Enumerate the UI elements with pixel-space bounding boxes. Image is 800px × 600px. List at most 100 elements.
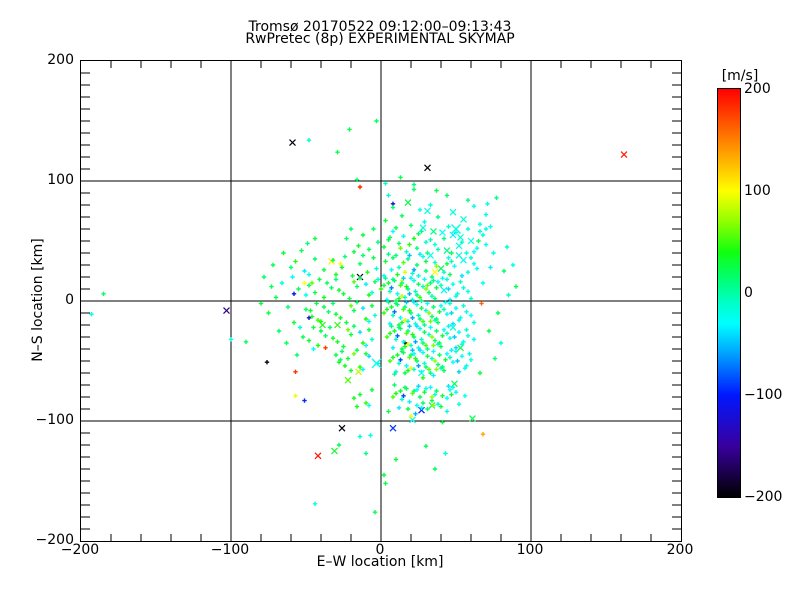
scatter-point — [402, 270, 408, 275]
scatter-point — [432, 296, 438, 301]
scatter-point — [311, 346, 316, 352]
scatter-point — [393, 253, 399, 258]
scatter-point — [417, 326, 423, 331]
scatter-point — [387, 358, 393, 364]
scatter-point — [422, 330, 427, 335]
scatter-point — [393, 391, 399, 396]
scatter-point — [456, 330, 462, 335]
scatter-point — [354, 348, 360, 353]
scatter-point — [429, 356, 435, 361]
scatter-point — [444, 351, 450, 356]
scatter-point — [333, 352, 339, 358]
scatter-point — [293, 259, 298, 264]
scatter-point — [296, 286, 301, 292]
scatter-point — [467, 237, 475, 245]
scatter-point — [444, 277, 450, 282]
scatter-point — [266, 310, 271, 316]
scatter-point — [381, 283, 387, 288]
scatter-point — [351, 396, 357, 401]
scatter-point — [480, 280, 486, 286]
scatter-point — [435, 279, 441, 284]
scatter-point — [498, 340, 504, 346]
scatter-point — [450, 282, 456, 287]
scatter-point — [435, 247, 441, 252]
scatter-point — [398, 388, 403, 394]
y-tick-label: 200 — [47, 52, 74, 68]
scatter-point — [424, 207, 431, 215]
scatter-point — [341, 344, 346, 349]
scatter-point — [434, 188, 439, 193]
scatter-point — [334, 321, 341, 329]
scatter-point — [101, 291, 106, 296]
scatter-point — [264, 360, 270, 365]
scatter-point — [458, 279, 463, 284]
scatter-point — [435, 402, 441, 407]
colorbar — [717, 88, 741, 498]
scatter-point — [342, 363, 348, 368]
scatter-point — [410, 315, 415, 320]
scatter-point — [330, 301, 336, 306]
scatter-point — [425, 301, 430, 306]
scatter-point — [371, 255, 376, 260]
scatter-point — [311, 325, 316, 330]
scatter-point — [336, 442, 342, 448]
scatter-plot-canvas — [81, 61, 681, 541]
scatter-point — [460, 215, 467, 223]
scatter-point — [408, 414, 414, 419]
scatter-point — [390, 355, 396, 360]
scatter-point — [483, 212, 489, 217]
scatter-point — [399, 320, 405, 325]
scatter-point — [449, 250, 454, 256]
scatter-point — [279, 280, 285, 286]
scatter-point — [459, 273, 465, 278]
scatter-point — [465, 198, 471, 203]
scatter-point — [366, 319, 372, 324]
scatter-point — [401, 234, 406, 239]
scatter-point — [456, 369, 462, 374]
scatter-point — [354, 404, 360, 409]
scatter-point — [449, 392, 454, 397]
scatter-point — [414, 403, 420, 408]
scatter-point — [395, 291, 400, 296]
scatter-point — [390, 345, 396, 350]
scatter-point — [348, 368, 354, 373]
scatter-point — [461, 285, 466, 290]
scatter-point — [312, 290, 318, 295]
scatter-point — [243, 339, 249, 344]
scatter-point — [486, 328, 492, 334]
scatter-point — [314, 452, 322, 460]
scatter-point — [294, 352, 300, 358]
scatter-point — [447, 301, 453, 306]
scatter-point — [416, 282, 421, 287]
scatter-point — [465, 270, 471, 275]
scatter-point — [347, 296, 352, 301]
scatter-point — [351, 279, 357, 284]
scatter-point — [381, 244, 387, 250]
scatter-point — [408, 223, 414, 228]
scatter-point — [465, 289, 471, 294]
scatter-point — [479, 301, 484, 306]
plot-area — [80, 60, 682, 542]
scatter-point — [441, 327, 447, 332]
scatter-point — [420, 375, 426, 380]
scatter-point — [437, 352, 442, 358]
scatter-point — [333, 272, 339, 277]
scatter-point — [405, 406, 411, 412]
scatter-point — [348, 303, 354, 308]
scatter-point — [425, 354, 430, 359]
scatter-point — [416, 231, 421, 236]
scatter-point — [395, 272, 400, 277]
scatter-point — [432, 338, 438, 343]
scatter-point — [488, 224, 493, 229]
y-tick-label: 100 — [47, 172, 74, 188]
scatter-point — [426, 310, 432, 316]
scatter-point — [381, 310, 387, 316]
scatter-point — [417, 394, 423, 400]
scatter-point — [432, 242, 438, 247]
scatter-point — [446, 255, 451, 260]
scatter-point — [345, 356, 351, 361]
scatter-point — [321, 295, 327, 300]
scatter-point — [491, 250, 496, 256]
scatter-point — [366, 292, 372, 298]
scatter-point — [366, 247, 372, 252]
